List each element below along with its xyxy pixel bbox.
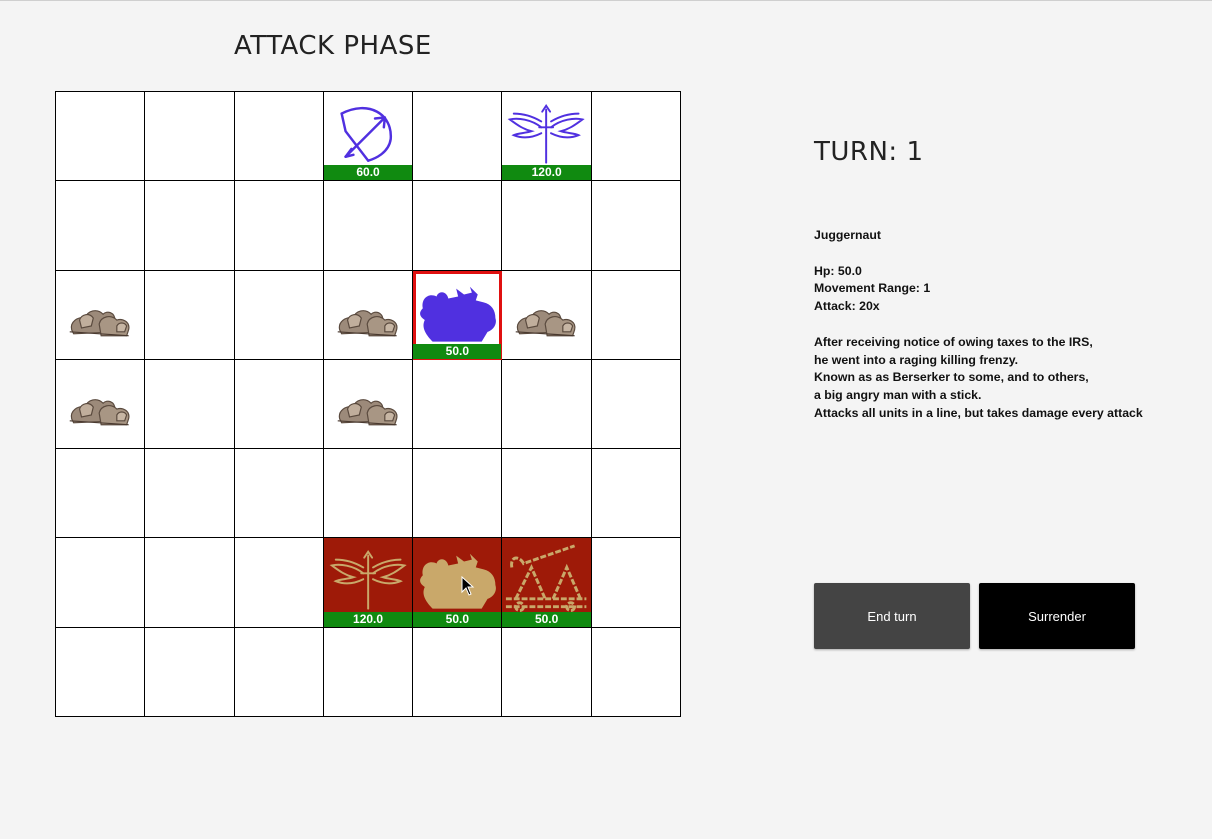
board-cell[interactable]: 50.0: [413, 270, 503, 360]
board-cell[interactable]: 120.0: [502, 92, 592, 182]
board-cell[interactable]: [145, 538, 235, 628]
phase-title: ATTACK PHASE: [234, 31, 432, 61]
board-cell[interactable]: [234, 92, 324, 182]
unit-description-line: After receiving notice of owing taxes to…: [814, 334, 1093, 349]
rocks-icon: [337, 399, 398, 426]
board-cell[interactable]: [56, 359, 146, 450]
board-cell[interactable]: [56, 181, 146, 271]
board-cell[interactable]: [56, 627, 146, 718]
board-cell[interactable]: [234, 270, 324, 360]
board-cell[interactable]: [56, 538, 146, 628]
unit-description-line: Attacks all units in a line, but takes d…: [814, 405, 1143, 420]
board-cell[interactable]: [591, 270, 682, 360]
board-cell[interactable]: [234, 181, 324, 271]
board-cell[interactable]: [413, 449, 503, 539]
board-cell[interactable]: 50.0: [502, 538, 592, 628]
board-cell[interactable]: [145, 181, 235, 271]
board-cell[interactable]: [56, 270, 146, 360]
board-cell[interactable]: [145, 449, 235, 539]
board-cell[interactable]: [591, 359, 682, 450]
unit-movement-range: Movement Range: 1: [814, 281, 931, 296]
turn-label: TURN: 1: [814, 137, 924, 167]
hp-bar: 50.0: [413, 343, 502, 359]
hp-bar: 120.0: [323, 611, 413, 627]
unit-info-panel: Juggernaut Hp: 50.0 Movement Range: 1 At…: [814, 227, 1143, 423]
rocks-icon: [516, 309, 576, 336]
board-cell[interactable]: [413, 181, 503, 271]
hp-bar: 120.0: [502, 165, 591, 181]
board-cell[interactable]: [502, 449, 592, 539]
board-cell[interactable]: [234, 359, 324, 450]
unit-description-line: he went into a raging killing frenzy.: [814, 352, 1019, 367]
board-cell[interactable]: [591, 538, 682, 628]
end-turn-button[interactable]: End turn: [814, 583, 970, 649]
hp-bar: 50.0: [502, 611, 591, 627]
board-cell[interactable]: [591, 449, 682, 539]
surrender-button[interactable]: Surrender: [979, 583, 1135, 649]
board-cell[interactable]: [323, 181, 414, 271]
rocks-icon: [69, 399, 130, 426]
board-cell[interactable]: [56, 449, 146, 539]
board-cell[interactable]: 120.0: [323, 538, 414, 628]
board-cell[interactable]: [502, 627, 592, 718]
board-cell[interactable]: [145, 270, 235, 360]
unit-attack: Attack: 20x: [814, 299, 880, 314]
board-cell[interactable]: [145, 359, 235, 450]
unit-name: Juggernaut: [814, 228, 881, 242]
mouse-cursor-icon: [461, 576, 475, 597]
board-cell[interactable]: [502, 181, 592, 271]
hp-bar: 60.0: [323, 165, 413, 181]
board-cell[interactable]: [145, 92, 235, 182]
board-cell[interactable]: [591, 181, 682, 271]
rocks-icon: [337, 309, 398, 336]
board-cell[interactable]: [413, 627, 503, 718]
board-cell[interactable]: [323, 359, 414, 450]
board-cell[interactable]: [502, 359, 592, 450]
board-cell[interactable]: [591, 627, 682, 718]
board-cell[interactable]: [56, 92, 146, 182]
unit-description-line: a big angry man with a stick.: [814, 388, 982, 403]
board-cell[interactable]: 50.0: [413, 538, 503, 628]
rocks-icon: [69, 309, 130, 336]
board-cell[interactable]: [234, 449, 324, 539]
board-cell[interactable]: 60.0: [323, 92, 414, 182]
board-cell[interactable]: [502, 270, 592, 360]
board-cell[interactable]: [234, 538, 324, 628]
board-cell[interactable]: [323, 449, 414, 539]
unit-hp: Hp: 50.0: [814, 263, 862, 278]
board-cell[interactable]: [323, 270, 414, 360]
board-cell[interactable]: [145, 627, 235, 718]
board-cell[interactable]: [323, 627, 414, 718]
board-cell[interactable]: [591, 92, 682, 182]
unit-description-line: Known as as Berserker to some, and to ot…: [814, 370, 1089, 385]
board-cell[interactable]: [413, 359, 503, 450]
board-cell[interactable]: [234, 627, 324, 718]
game-board: 60.0 120.0 50.0 120.0 50.0 50.0: [55, 91, 682, 718]
hp-bar: 50.0: [413, 611, 502, 627]
board-cell[interactable]: [413, 92, 503, 182]
